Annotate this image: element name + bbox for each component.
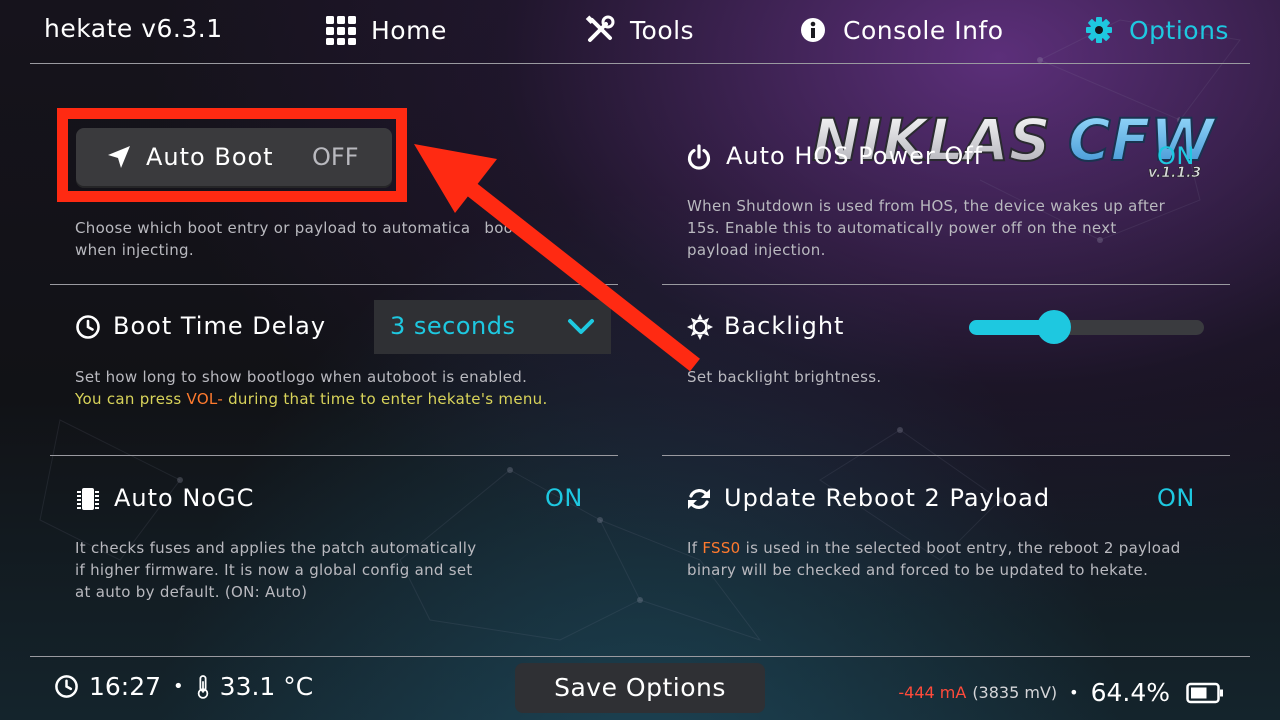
thermometer-icon bbox=[197, 675, 208, 699]
boot-delay-desc-line2c: during that time to enter hekate's menu. bbox=[223, 390, 548, 408]
auto-nogc-description: It checks fuses and applies the patch au… bbox=[75, 537, 476, 603]
boot-time-delay-value: 3 seconds bbox=[390, 312, 516, 340]
divider-left-1 bbox=[50, 284, 618, 285]
backlight-description: Set backlight brightness. bbox=[687, 368, 882, 386]
reboot-desc-line2: binary will be checked and forced to be … bbox=[687, 561, 1149, 579]
tab-home-label: Home bbox=[371, 15, 447, 45]
tab-console-info-label: Console Info bbox=[843, 15, 1004, 45]
app-title: hekate v6.3.1 bbox=[44, 14, 223, 43]
auto-nogc-toggle[interactable]: ON bbox=[545, 484, 583, 512]
gear-icon bbox=[1086, 17, 1112, 43]
separator-dot: • bbox=[1069, 683, 1079, 702]
boot-delay-desc-line2a: You can press bbox=[75, 390, 187, 408]
battery-percent: 64.4% bbox=[1090, 678, 1170, 707]
auto-nogc-label: Auto NoGC bbox=[114, 484, 255, 512]
auto-hos-power-off-label: Auto HOS Power Off bbox=[726, 142, 984, 170]
battery-icon bbox=[1186, 682, 1223, 703]
tab-options-label: Options bbox=[1129, 15, 1229, 45]
top-divider bbox=[30, 63, 1250, 64]
nogc-desc-line1: It checks fuses and applies the patch au… bbox=[75, 539, 477, 557]
divider-left-2 bbox=[50, 455, 618, 456]
tab-console-info[interactable]: Console Info bbox=[797, 14, 1004, 46]
tab-tools-label: Tools bbox=[630, 15, 695, 45]
nogc-desc-line3: at auto by default. (ON: Auto) bbox=[75, 583, 308, 601]
auto-hos-power-off-toggle[interactable]: ON bbox=[1157, 142, 1195, 170]
grid-icon bbox=[326, 16, 356, 45]
tab-tools[interactable]: Tools bbox=[584, 14, 694, 46]
time-text: 16:27 bbox=[89, 672, 162, 701]
boot-time-delay-description: Set how long to show bootlogo when autob… bbox=[75, 366, 548, 410]
chevron-down-icon bbox=[568, 319, 594, 334]
auto-boot-desc-line2: when injecting. bbox=[75, 241, 194, 259]
bottom-divider bbox=[30, 656, 1250, 657]
voltage-text: (3835 mV) bbox=[972, 683, 1058, 702]
update-reboot-payload-description: If FSS0 is used in the selected boot ent… bbox=[687, 537, 1181, 581]
current-text: -444 mA bbox=[898, 683, 967, 702]
hos-desc-line1: When Shutdown is used from HOS, the devi… bbox=[687, 197, 1166, 215]
backlight-slider[interactable] bbox=[969, 310, 1204, 344]
divider-right-1 bbox=[662, 284, 1230, 285]
refresh-icon bbox=[688, 489, 710, 509]
power-icon bbox=[687, 144, 711, 170]
auto-boot-description: Choose which boot entry or payload to au… bbox=[75, 217, 519, 261]
boot-time-delay-dropdown[interactable]: 3 seconds bbox=[374, 300, 611, 354]
clock-icon bbox=[76, 315, 100, 339]
update-reboot-payload-label: Update Reboot 2 Payload bbox=[724, 484, 1051, 512]
info-icon bbox=[801, 18, 825, 42]
backlight-slider-knob[interactable] bbox=[1036, 310, 1071, 344]
boot-time-delay-label: Boot Time Delay bbox=[113, 312, 327, 340]
auto-boot-desc-line1b: boot bbox=[484, 219, 520, 237]
save-options-button[interactable]: Save Options bbox=[515, 663, 765, 713]
vol-minus-text: VOL- bbox=[186, 390, 224, 408]
update-reboot-payload-toggle[interactable]: ON bbox=[1157, 484, 1195, 512]
hos-desc-line2: 15s. Enable this to automatically power … bbox=[687, 219, 1117, 237]
tab-options[interactable]: Options bbox=[1083, 14, 1229, 46]
fss0-text: FSS0 bbox=[702, 539, 741, 557]
status-left: 16:27 • 33.1 °C bbox=[54, 672, 313, 701]
tab-home[interactable]: Home bbox=[325, 14, 447, 46]
backlight-label: Backlight bbox=[724, 312, 845, 340]
auto-hos-power-off-description: When Shutdown is used from HOS, the devi… bbox=[687, 195, 1165, 261]
clock-icon bbox=[55, 675, 78, 698]
tools-icon bbox=[585, 15, 615, 42]
reboot-desc-line1c: is used in the selected boot entry, the … bbox=[740, 539, 1181, 557]
highlight-box bbox=[57, 108, 407, 202]
auto-boot-desc-line1: Choose which boot entry or payload to au… bbox=[75, 219, 471, 237]
top-bar: hekate v6.3.1 Home Tools Console Info Op… bbox=[0, 0, 1280, 64]
brightness-icon bbox=[687, 314, 713, 340]
nogc-desc-line2: if higher firmware. It is now a global c… bbox=[75, 561, 473, 579]
divider-right-2 bbox=[662, 455, 1230, 456]
boot-delay-desc-line1: Set how long to show bootlogo when autob… bbox=[75, 368, 528, 386]
reboot-desc-line1a: If bbox=[687, 539, 703, 557]
chip-icon bbox=[77, 488, 99, 510]
power-status: -444 mA (3835 mV) • 64.4% bbox=[898, 678, 1224, 707]
temperature-text: 33.1 °C bbox=[219, 672, 314, 701]
hos-desc-line3: payload injection. bbox=[687, 241, 826, 259]
separator-dot: • bbox=[173, 676, 184, 697]
